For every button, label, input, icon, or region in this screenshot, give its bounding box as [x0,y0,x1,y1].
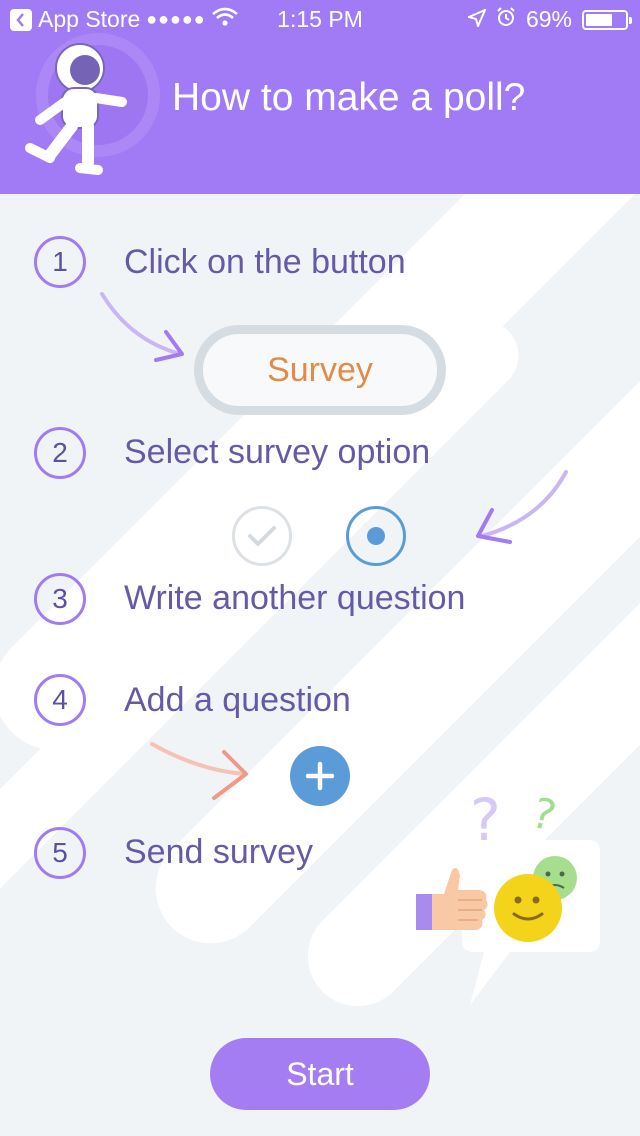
location-icon [466,6,487,33]
step-4-number: 4 [34,674,86,726]
survey-feedback-illustration: ? ? [416,790,600,1005]
page-title: How to make a poll? [172,76,526,119]
survey-button[interactable]: Survey [194,325,446,415]
arrow-to-option-icon [476,470,568,544]
battery-icon [582,9,632,30]
plus-icon [305,761,335,791]
step-5-number: 5 [34,827,86,879]
start-button[interactable]: Start [210,1038,430,1110]
radio-dot-icon [367,527,385,545]
astronaut-icon [25,33,160,175]
svg-text:?: ? [527,790,561,841]
step-4-label: Add a question [124,681,351,719]
step-2-number: 2 [34,427,86,479]
step-1-number: 1 [34,236,86,288]
step-3-number: 3 [34,573,86,625]
step-1-label: Click on the button [124,243,406,281]
radio-selected-option[interactable] [346,506,406,566]
step-3-label: Write another question [124,579,466,617]
alarm-icon [496,6,516,33]
header-bar: App Store ●●●●● 1:15 PM 69% How to make … [0,0,640,194]
arrow-to-plus-icon [150,742,248,800]
check-option-icon[interactable] [232,506,292,566]
add-question-button[interactable] [290,746,350,806]
arrow-to-survey-icon [100,292,184,362]
step-2-label: Select survey option [124,433,431,471]
svg-text:?: ? [470,790,501,854]
step-5-label: Send survey [124,833,313,871]
battery-percent: 69% [525,6,572,32]
